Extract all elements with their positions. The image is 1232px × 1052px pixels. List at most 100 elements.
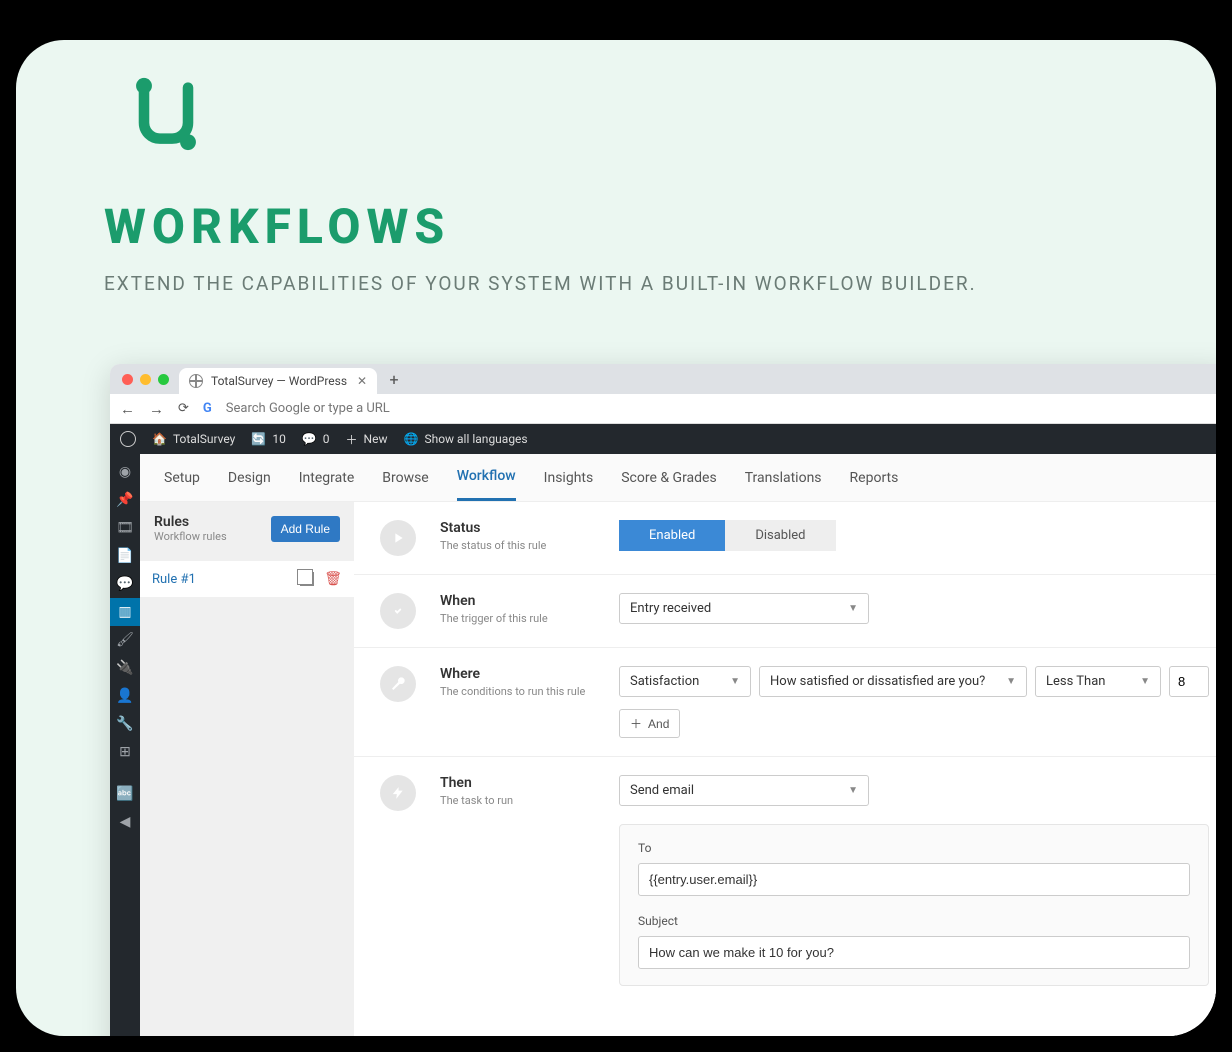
add-condition-button[interactable]: ＋ And <box>619 709 680 738</box>
then-title: Then <box>440 775 595 791</box>
where-field-select[interactable]: Satisfaction ▼ <box>619 666 751 697</box>
address-input[interactable]: Search Google or type a URL <box>226 401 390 416</box>
wp-logo[interactable] <box>120 431 136 447</box>
rules-subtitle: Workflow rules <box>154 530 227 543</box>
tab-integrate[interactable]: Integrate <box>299 456 355 500</box>
status-title: Status <box>440 520 595 536</box>
browser-tab-strip: TotalSurvey — WordPress ✕ + <box>110 364 1216 394</box>
wp-new[interactable]: ＋ New <box>346 431 388 448</box>
tab-setup[interactable]: Setup <box>164 456 200 500</box>
tab-browse[interactable]: Browse <box>382 456 428 500</box>
chevron-down-icon: ▼ <box>1006 676 1016 687</box>
where-operator-select[interactable]: Less Than ▼ <box>1035 666 1161 697</box>
then-desc: The task to run <box>440 794 595 807</box>
close-window-button[interactable] <box>122 374 133 385</box>
status-disabled-option[interactable]: Disabled <box>725 520 835 551</box>
check-icon <box>380 593 416 629</box>
then-action-value: Send email <box>630 783 694 798</box>
sidebar-pin-icon[interactable]: 📌 <box>110 486 140 514</box>
workflows-icon <box>122 70 210 158</box>
sidebar-collapse-icon[interactable]: ◀ <box>110 808 140 836</box>
sidebar-survey-icon[interactable]: ▥ <box>110 598 140 626</box>
rules-title: Rules <box>154 514 227 530</box>
sidebar-appearance-icon[interactable]: 🖌 <box>110 626 140 654</box>
tab-reports[interactable]: Reports <box>850 456 899 500</box>
where-value-input[interactable] <box>1169 666 1209 697</box>
browser-window: TotalSurvey — WordPress ✕ + ← → ⟳ G Sear… <box>110 364 1216 1036</box>
hero-subtitle: EXTEND THE CAPABILITIES OF YOUR SYSTEM W… <box>104 272 977 295</box>
wrench-icon <box>380 666 416 702</box>
close-tab-icon[interactable]: ✕ <box>357 374 367 388</box>
wp-site-name: TotalSurvey <box>173 432 235 446</box>
to-input[interactable] <box>638 863 1190 896</box>
delete-rule-icon[interactable]: 🗑 <box>324 571 342 587</box>
wp-site-link[interactable]: 🏠 TotalSurvey <box>152 432 235 446</box>
globe-icon <box>189 374 203 388</box>
sidebar-tools-icon[interactable]: 🔧 <box>110 710 140 738</box>
duplicate-rule-icon[interactable] <box>300 572 314 586</box>
wp-comments[interactable]: 💬 0 <box>302 432 330 446</box>
sidebar-users-icon[interactable]: 👤 <box>110 682 140 710</box>
sidebar-pages-icon[interactable]: 📄 <box>110 542 140 570</box>
where-row: Where The conditions to run this rule Sa… <box>354 648 1216 757</box>
reload-button[interactable]: ⟳ <box>178 401 189 416</box>
sidebar-media-icon[interactable]: 🎞 <box>110 514 140 542</box>
sidebar-dashboard-icon[interactable]: ◉ <box>110 458 140 486</box>
status-row: Status The status of this rule Enabled D… <box>354 502 1216 575</box>
status-desc: The status of this rule <box>440 539 595 552</box>
chevron-down-icon: ▼ <box>848 785 858 796</box>
chevron-down-icon: ▼ <box>1140 676 1150 687</box>
wp-updates[interactable]: 🔄 10 <box>251 432 285 446</box>
rule-editor: Status The status of this rule Enabled D… <box>354 502 1216 1036</box>
wp-languages-label: Show all languages <box>424 432 527 446</box>
tab-design[interactable]: Design <box>228 456 271 500</box>
play-icon <box>380 520 416 556</box>
sidebar-settings-icon[interactable]: ⊞ <box>110 738 140 766</box>
subject-input[interactable] <box>638 936 1190 969</box>
where-desc: The conditions to run this rule <box>440 685 595 698</box>
back-button[interactable]: ← <box>120 400 135 418</box>
chevron-down-icon: ▼ <box>848 603 858 614</box>
chevron-down-icon: ▼ <box>730 676 740 687</box>
tab-translations[interactable]: Translations <box>745 456 822 500</box>
status-enabled-option[interactable]: Enabled <box>619 520 725 551</box>
new-tab-button[interactable]: + <box>383 370 405 389</box>
tab-insights[interactable]: Insights <box>544 456 594 500</box>
wp-comments-count: 0 <box>323 432 330 446</box>
hero-card: WORKFLOWS EXTEND THE CAPABILITIES OF YOU… <box>16 40 1216 1036</box>
add-rule-button[interactable]: Add Rule <box>271 516 340 542</box>
where-title: Where <box>440 666 595 682</box>
minimize-window-button[interactable] <box>140 374 151 385</box>
subject-label: Subject <box>638 914 1190 928</box>
wp-languages[interactable]: 🌐 Show all languages <box>404 432 528 446</box>
to-label: To <box>638 841 1190 855</box>
status-toggle: Enabled Disabled <box>619 520 836 551</box>
rule-item[interactable]: Rule #1 🗑 <box>140 561 354 597</box>
tab-workflow[interactable]: Workflow <box>457 454 516 501</box>
maximize-window-button[interactable] <box>158 374 169 385</box>
rule-name: Rule #1 <box>152 572 196 587</box>
sidebar-comments-icon[interactable]: 💬 <box>110 570 140 598</box>
wp-new-label: New <box>364 432 388 446</box>
then-action-select[interactable]: Send email ▼ <box>619 775 869 806</box>
wp-admin-bar: 🏠 TotalSurvey 🔄 10 💬 0 ＋ New 🌐 Show all … <box>110 424 1216 454</box>
and-label: And <box>648 717 669 731</box>
where-field-value: Satisfaction <box>630 674 699 689</box>
wp-sidebar: ◉ 📌 🎞 📄 💬 ▥ 🖌 🔌 👤 🔧 ⊞ 🔤 ◀ <box>110 454 140 1036</box>
where-question-select[interactable]: How satisfied or dissatisfied are you? ▼ <box>759 666 1027 697</box>
where-question-value: How satisfied or dissatisfied are you? <box>770 674 985 689</box>
browser-tab[interactable]: TotalSurvey — WordPress ✕ <box>179 368 377 394</box>
when-title: When <box>440 593 595 609</box>
where-operator-value: Less Than <box>1046 674 1105 689</box>
when-select[interactable]: Entry received ▼ <box>619 593 869 624</box>
tab-title: TotalSurvey — WordPress <box>211 374 347 388</box>
forward-button[interactable]: → <box>149 400 164 418</box>
when-value: Entry received <box>630 601 711 616</box>
when-desc: The trigger of this rule <box>440 612 595 625</box>
tab-score-grades[interactable]: Score & Grades <box>621 456 716 500</box>
bolt-icon <box>380 775 416 811</box>
sidebar-translate-icon[interactable]: 🔤 <box>110 780 140 808</box>
rules-panel: Rules Workflow rules Add Rule Rule #1 🗑 <box>140 502 354 1036</box>
sidebar-plugins-icon[interactable]: 🔌 <box>110 654 140 682</box>
hero-title: WORKFLOWS <box>104 198 450 255</box>
